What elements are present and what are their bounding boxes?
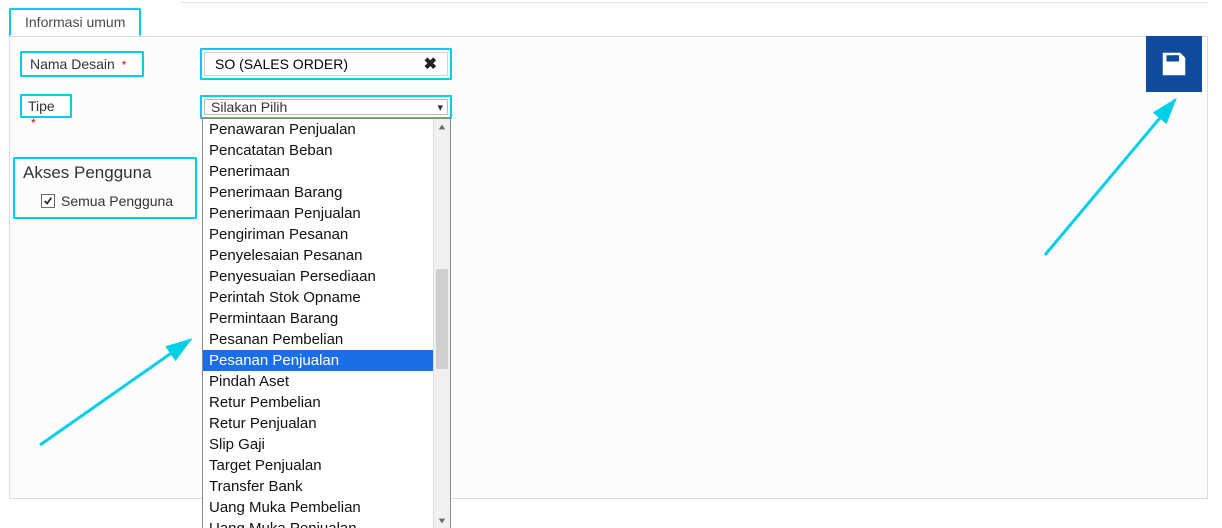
- akses-checkbox-row: Semua Pengguna: [41, 193, 173, 209]
- dropdown-option[interactable]: Penerimaan Penjualan: [203, 203, 450, 224]
- label-tipe: Tipe: [28, 98, 55, 114]
- nama-desain-input-inner: ✖: [204, 52, 448, 76]
- tipe-select-wrap: Silakan Pilih ▾: [200, 95, 452, 119]
- main-panel: Nama Desain * ✖ Tipe * Silakan Pilih ▾ P…: [9, 36, 1208, 499]
- dropdown-scrollbar[interactable]: [433, 119, 450, 528]
- tipe-dropdown: Penawaran PenjualanPencatatan BebanPener…: [202, 118, 451, 528]
- tab-label: Informasi umum: [25, 14, 125, 30]
- required-mark: *: [28, 116, 36, 130]
- save-button[interactable]: [1146, 36, 1202, 92]
- page-top-rule: [180, 2, 1208, 3]
- label-nama-desain-frame: Nama Desain *: [20, 51, 144, 77]
- tipe-dropdown-viewport: Penawaran PenjualanPencatatan BebanPener…: [203, 119, 450, 528]
- dropdown-option[interactable]: Uang Muka Pembelian: [203, 497, 450, 518]
- dropdown-option[interactable]: Pengiriman Pesanan: [203, 224, 450, 245]
- label-tipe-frame: Tipe *: [20, 94, 72, 118]
- dropdown-option[interactable]: Penyelesaian Pesanan: [203, 245, 450, 266]
- dropdown-option[interactable]: Penyesuaian Persediaan: [203, 266, 450, 287]
- dropdown-option[interactable]: Perintah Stok Opname: [203, 287, 450, 308]
- clear-icon[interactable]: ✖: [422, 54, 439, 74]
- scroll-thumb[interactable]: [436, 269, 448, 369]
- dropdown-option[interactable]: Pindah Aset: [203, 371, 450, 392]
- tipe-select[interactable]: Silakan Pilih ▾: [204, 99, 448, 115]
- dropdown-option[interactable]: Pencatatan Beban: [203, 140, 450, 161]
- dropdown-option[interactable]: Penawaran Penjualan: [203, 119, 450, 140]
- nama-desain-input-wrap: ✖: [200, 48, 452, 80]
- akses-pengguna-title: Akses Pengguna: [23, 163, 152, 183]
- dropdown-option[interactable]: Pesanan Penjualan: [203, 350, 450, 371]
- tab-informasi-umum[interactable]: Informasi umum: [9, 8, 141, 36]
- dropdown-option[interactable]: Penerimaan Barang: [203, 182, 450, 203]
- dropdown-option[interactable]: Permintaan Barang: [203, 308, 450, 329]
- dropdown-option[interactable]: Pesanan Pembelian: [203, 329, 450, 350]
- semua-pengguna-checkbox[interactable]: [41, 194, 55, 208]
- semua-pengguna-label: Semua Pengguna: [61, 193, 173, 209]
- save-icon: [1159, 49, 1189, 79]
- check-icon: [43, 196, 53, 206]
- chevron-down-icon: ▾: [437, 101, 443, 114]
- dropdown-option[interactable]: Retur Penjualan: [203, 413, 450, 434]
- label-nama-desain: Nama Desain: [30, 56, 115, 72]
- dropdown-option[interactable]: Target Penjualan: [203, 455, 450, 476]
- dropdown-option[interactable]: Penerimaan: [203, 161, 450, 182]
- dropdown-option[interactable]: Slip Gaji: [203, 434, 450, 455]
- tipe-select-placeholder: Silakan Pilih: [211, 99, 287, 115]
- nama-desain-input[interactable]: [213, 55, 422, 73]
- required-mark: *: [119, 58, 127, 72]
- dropdown-option[interactable]: Uang Muka Penjualan: [203, 518, 450, 528]
- dropdown-option[interactable]: Transfer Bank: [203, 476, 450, 497]
- scroll-down-arrow-icon[interactable]: [434, 513, 450, 528]
- dropdown-option[interactable]: Retur Pembelian: [203, 392, 450, 413]
- scroll-up-arrow-icon[interactable]: [434, 119, 450, 135]
- akses-pengguna-frame: Akses Pengguna Semua Pengguna: [13, 157, 197, 219]
- tab-bar: Informasi umum: [9, 8, 145, 36]
